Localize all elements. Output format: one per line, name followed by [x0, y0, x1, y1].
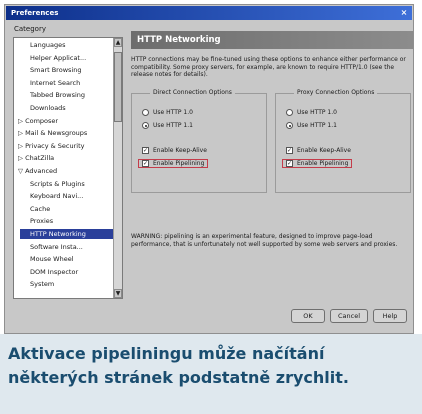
scroll-down-icon[interactable]: ▼ — [114, 289, 122, 298]
scroll-up-icon[interactable]: ▲ — [114, 38, 122, 47]
checkbox-label: Enable Pipelining — [297, 160, 349, 167]
radio-label: Use HTTP 1.0 — [297, 109, 337, 116]
tree-item[interactable]: ▷ ChatZilla — [18, 153, 57, 163]
radio-label: Use HTTP 1.1 — [153, 122, 193, 129]
tree-item[interactable]: Internet Search — [30, 78, 83, 88]
proxy-connection-group: Proxy Connection Options Use HTTP 1.0 Us… — [275, 89, 411, 193]
direct-http10-radio[interactable]: Use HTTP 1.0 — [142, 108, 193, 117]
direct-connection-group: Direct Connection Options Use HTTP 1.0 U… — [131, 89, 267, 193]
direct-group-label: Direct Connection Options — [150, 89, 235, 96]
proxy-group-label: Proxy Connection Options — [294, 89, 378, 96]
tree-item[interactable]: ▷ Composer — [18, 116, 61, 126]
tree-item[interactable]: Software Insta... — [30, 242, 86, 252]
category-tree[interactable]: Languages Helper Applicat... Smart Browsin… — [13, 37, 123, 299]
radio-selected-icon — [286, 122, 293, 129]
tree-item[interactable]: ▷ Privacy & Security — [18, 141, 88, 151]
ok-button[interactable]: OK — [291, 309, 325, 323]
tree-item[interactable]: Smart Browsing — [30, 65, 84, 75]
checkbox-label: Enable Keep-Alive — [153, 147, 207, 154]
tree-item[interactable]: Cache — [30, 204, 53, 214]
radio-selected-icon — [142, 122, 149, 129]
panel-title: HTTP Networking — [131, 31, 413, 49]
tree-item[interactable]: HTTP Networking — [20, 229, 115, 239]
tree-scrollbar[interactable]: ▲ ▼ — [113, 38, 122, 298]
proxy-keepalive-checkbox[interactable]: ✓ Enable Keep-Alive — [286, 146, 351, 155]
category-label: Category — [14, 25, 46, 33]
preferences-window: Preferences × Category Languages Helper A… — [4, 4, 414, 334]
radio-icon — [142, 109, 149, 116]
caption-box: Aktivace pipeliningu může načítání někte… — [0, 334, 422, 414]
tree-item[interactable]: DOM Inspector — [30, 267, 81, 277]
window-title: Preferences — [11, 9, 59, 17]
proxy-pipelining-checkbox[interactable]: ✓ Enable Pipelining — [282, 159, 353, 168]
tree-item[interactable]: Mouse Wheel — [30, 254, 77, 264]
cancel-button[interactable]: Cancel — [330, 309, 368, 323]
panel-description: HTTP connections may be fine-tuned using… — [131, 56, 406, 78]
proxy-http11-radio[interactable]: Use HTTP 1.1 — [286, 121, 337, 130]
direct-pipelining-checkbox[interactable]: ✓ Enable Pipelining — [138, 159, 209, 168]
pipelining-highlight: ✓ Enable Pipelining — [282, 159, 353, 168]
tree-item[interactable]: Helper Applicat... — [30, 53, 89, 63]
radio-icon — [286, 109, 293, 116]
tree-item[interactable]: ▷ Mail & Newsgroups — [18, 128, 90, 138]
proxy-http10-radio[interactable]: Use HTTP 1.0 — [286, 108, 337, 117]
tree-item[interactable]: Downloads — [30, 103, 69, 113]
checkbox-checked-icon: ✓ — [142, 147, 149, 154]
close-icon[interactable]: × — [399, 7, 409, 18]
tree-item[interactable]: Languages — [30, 40, 68, 50]
radio-label: Use HTTP 1.0 — [153, 109, 193, 116]
checkbox-label: Enable Pipelining — [153, 160, 205, 167]
caption-text: Aktivace pipeliningu může načítání někte… — [8, 344, 349, 387]
tree-item[interactable]: Proxies — [30, 216, 56, 226]
pipelining-warning: WARNING: pipelining is an experimental f… — [131, 233, 398, 248]
tree-item[interactable]: System — [30, 279, 57, 289]
title-bar: Preferences × — [6, 6, 412, 20]
checkbox-checked-icon: ✓ — [142, 160, 149, 167]
tree-item[interactable]: ▽ Advanced — [18, 166, 60, 176]
pipelining-highlight: ✓ Enable Pipelining — [138, 159, 209, 168]
scroll-thumb[interactable] — [114, 52, 122, 122]
tree-item[interactable]: Tabbed Browsing — [30, 90, 88, 100]
checkbox-checked-icon: ✓ — [286, 147, 293, 154]
checkbox-checked-icon: ✓ — [286, 160, 293, 167]
tree-item[interactable]: Scripts & Plugins — [30, 179, 88, 189]
checkbox-label: Enable Keep-Alive — [297, 147, 351, 154]
help-button[interactable]: Help — [373, 309, 407, 323]
direct-http11-radio[interactable]: Use HTTP 1.1 — [142, 121, 193, 130]
direct-keepalive-checkbox[interactable]: ✓ Enable Keep-Alive — [142, 146, 207, 155]
tree-item[interactable]: Keyboard Navi... — [30, 191, 86, 201]
radio-label: Use HTTP 1.1 — [297, 122, 337, 129]
